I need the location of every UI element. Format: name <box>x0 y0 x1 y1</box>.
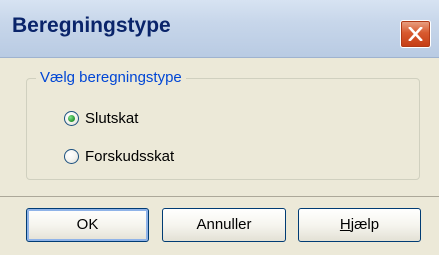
dialog-body: Vælg beregningstype Slutskat Forskudsska… <box>0 58 439 255</box>
radio-option-forskudsskat[interactable]: Forskudsskat <box>64 146 174 166</box>
cancel-button[interactable]: Annuller <box>162 208 286 242</box>
radio-option-slutskat[interactable]: Slutskat <box>64 108 138 128</box>
button-bar: OK Annuller Hjælp <box>0 196 439 255</box>
group-legend: Vælg beregningstype <box>36 69 186 86</box>
dialog-window: Beregningstype Vælg beregningstype Sluts… <box>0 0 439 255</box>
radio-button-unchecked[interactable] <box>64 148 79 164</box>
radio-button-checked[interactable] <box>64 110 79 126</box>
ok-button[interactable]: OK <box>26 208 149 242</box>
radio-label-forskudsskat: Forskudsskat <box>85 147 175 165</box>
window-title: Beregningstype <box>12 14 171 37</box>
close-button[interactable] <box>400 20 431 48</box>
help-button[interactable]: Hjælp <box>298 208 421 242</box>
title-bar[interactable]: Beregningstype <box>0 0 439 58</box>
radio-label-slutskat: Slutskat <box>85 109 139 127</box>
